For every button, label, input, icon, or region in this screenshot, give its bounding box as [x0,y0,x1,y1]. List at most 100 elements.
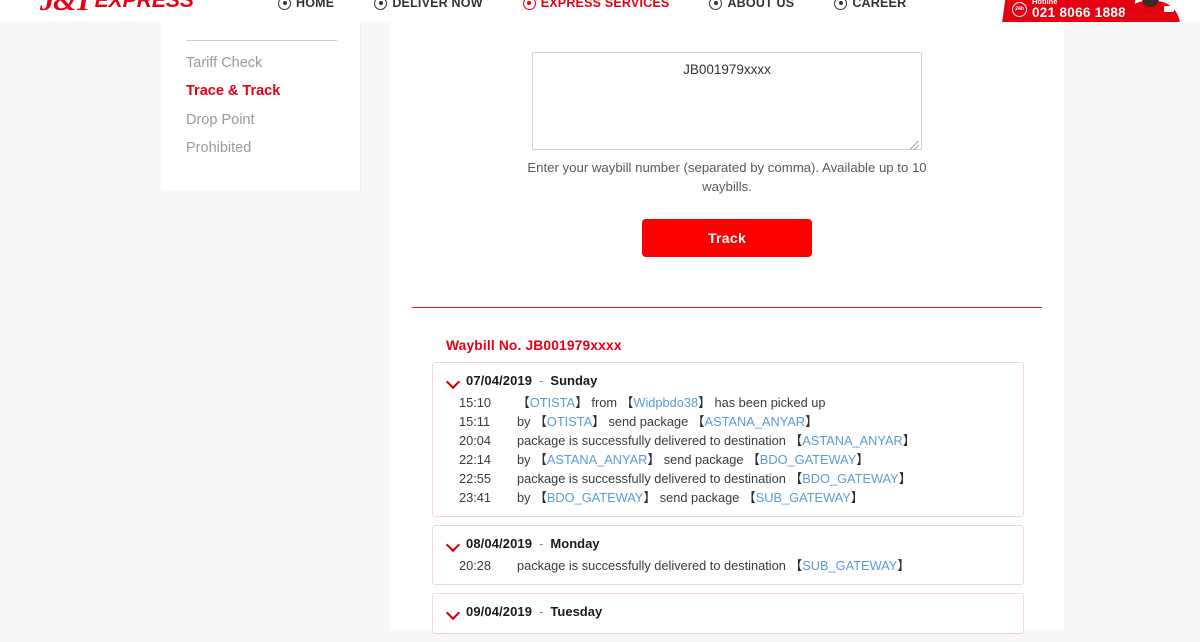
waybill-input-wrap [532,52,922,155]
timeline-event-description: by 【OTISTA】 send package 【ASTANA_ANYAR】 [517,412,1023,431]
location-link[interactable]: OTISTA [530,395,575,410]
phone-24h-icon: 24h [1012,1,1027,17]
timeline-event-description: package is successfully delivered to des… [517,431,1023,450]
bracket-glyph: 【 [691,414,705,429]
bracket-glyph: 【 [742,490,756,505]
chevron-down-icon[interactable] [447,538,459,550]
timeline-day-header[interactable]: 08/04/2019- Monday [433,536,1023,551]
timeline-day-card: 07/04/2019- Sunday 15:10 【OTISTA】 from 【Wid… [432,362,1024,517]
timeline-event-description: by 【BDO_GATEWAY】 send package 【SUB_GATEW… [517,488,1023,507]
nav-label: DELIVER NOW [392,0,483,10]
nav-item-about-us[interactable]: ABOUT US [709,0,794,10]
bracket-glyph: 】 [902,433,916,448]
timeline-event-row: 15:11 by 【OTISTA】 send package 【ASTANA_AN… [433,412,1023,431]
trace-track-panel: Enter your waybill number (separated by … [390,22,1064,634]
timeline-day-date: 09/04/2019 [466,604,533,619]
bracket-glyph: 【 [789,471,803,486]
circle-about-icon [709,0,723,10]
circle-career-icon [834,0,848,10]
circle-services-icon [522,0,536,10]
jnt-logo[interactable]: J&T EXPRESS [40,0,194,18]
bracket-glyph: 】 [897,558,911,573]
timeline-event-row: 20:04 package is successfully delivered t… [433,431,1023,450]
tracking-timeline: 07/04/2019- Sunday 15:10 【OTISTA】 from 【Wid… [432,362,1024,642]
event-text: by [517,490,535,505]
sidebar-item-tariff-check[interactable]: Tariff Check [186,49,346,77]
location-link[interactable]: Widpbdo38 [633,395,698,410]
nav-item-express-services[interactable]: EXPRESS SERVICES [522,0,670,10]
location-link[interactable]: BDO_GATEWAY [760,452,856,467]
bracket-glyph: 】 [643,490,657,505]
timeline-day-name: Monday [550,536,600,551]
bracket-glyph: 】 [850,490,864,505]
location-link[interactable]: SUB_GATEWAY [802,558,897,573]
hotline-number: 021 8066 1888 [1032,4,1126,20]
event-text: by [517,414,535,429]
chevron-down-icon[interactable] [447,375,459,387]
timeline-event-row: 22:55 package is successfully delivered t… [433,469,1023,488]
timeline-event-time: 22:14 [459,452,492,467]
timeline-day-date: 07/04/2019 [466,373,533,388]
courier-photo [1116,0,1198,22]
nav-label: HOME [296,0,335,10]
nav-label: ABOUT US [727,0,795,10]
chevron-down-icon[interactable] [447,606,459,618]
page-body: Tariff Check Trace & Track Drop Point Pr… [0,22,1200,634]
bracket-glyph: 】 [898,471,912,486]
event-text: package is successfully delivered to des… [517,471,790,486]
logo-wordmark: EXPRESS [94,0,194,12]
bracket-glyph: 】 [805,414,818,429]
timeline-day-card: 09/04/2019- Tuesday [432,593,1024,634]
sidebar-menu: Tariff Check Trace & Track Drop Point Pr… [186,49,346,163]
sidebar-item-trace-track[interactable]: Trace & Track [186,77,346,105]
event-text: send package [604,414,692,429]
circle-home-icon [278,0,291,10]
sidebar-divider [186,40,337,41]
event-text: has been picked up [710,395,826,410]
timeline-event-row: 20:28 package is successfully delivered t… [433,556,1023,575]
bracket-glyph: 】 [698,395,711,410]
nav-item-deliver-now[interactable]: DELIVER NOW [374,0,483,10]
timeline-event-time: 22:55 [459,471,492,486]
site-header: J&T EXPRESS HOME DELIVER NOW EXPRESS SER… [0,0,1200,22]
waybill-input[interactable] [532,52,922,150]
hotline-banner: 24h Hotline 021 8066 1888 [1000,0,1200,22]
timeline-event-row: 22:14 by 【ASTANA_ANYAR】 send package 【BDO… [433,450,1023,469]
bracket-glyph: 【 [517,395,530,410]
event-text: by [517,452,535,467]
sidebar-item-prohibited[interactable]: Prohibited [186,134,346,162]
section-divider [412,307,1042,308]
location-link[interactable]: OTISTA [547,414,592,429]
bracket-glyph: 【 [789,433,803,448]
location-link[interactable]: ASTANA_ANYAR [802,433,903,448]
location-link[interactable]: ASTANA_ANYAR [705,414,806,429]
timeline-day-date: 08/04/2019 [466,536,533,551]
timeline-event-description: package is successfully delivered to des… [517,469,1023,488]
nav-item-home[interactable]: HOME [278,0,334,10]
timeline-event-time: 15:11 [459,414,491,429]
timeline-event-description: 【OTISTA】 from 【Widpbdo38】 has been picke… [517,393,1023,412]
bracket-glyph: 】 [856,452,870,467]
services-sidebar: Tariff Check Trace & Track Drop Point Pr… [161,22,361,191]
bracket-glyph: 】 [592,414,605,429]
timeline-day-header[interactable]: 07/04/2019- Sunday [433,373,1023,388]
nav-item-career[interactable]: CAREER [834,0,906,10]
waybill-result-title: Waybill No. JB001979xxxx [446,338,622,353]
circle-deliver-icon [374,0,388,10]
timeline-day-header[interactable]: 09/04/2019- Tuesday [433,604,1023,619]
timeline-event-row: 23:41 by 【BDO_GATEWAY】 send package 【SUB_… [433,488,1023,507]
logo-mark: J&T [40,0,93,17]
location-link[interactable]: ASTANA_ANYAR [547,452,648,467]
bracket-glyph: 【 [534,490,547,505]
timeline-day-name: Tuesday [550,604,603,619]
timeline-day-name: Sunday [550,373,598,388]
location-link[interactable]: BDO_GATEWAY [802,471,898,486]
track-button[interactable]: Track [642,219,812,257]
bracket-glyph: 】 [575,395,588,410]
timeline-event-time: 20:04 [459,433,492,448]
location-link[interactable]: BDO_GATEWAY [547,490,643,505]
bracket-glyph: 【 [789,558,803,573]
sidebar-item-drop-point[interactable]: Drop Point [186,106,346,134]
timeline-event-time: 20:28 [459,558,492,573]
location-link[interactable]: SUB_GATEWAY [756,490,851,505]
